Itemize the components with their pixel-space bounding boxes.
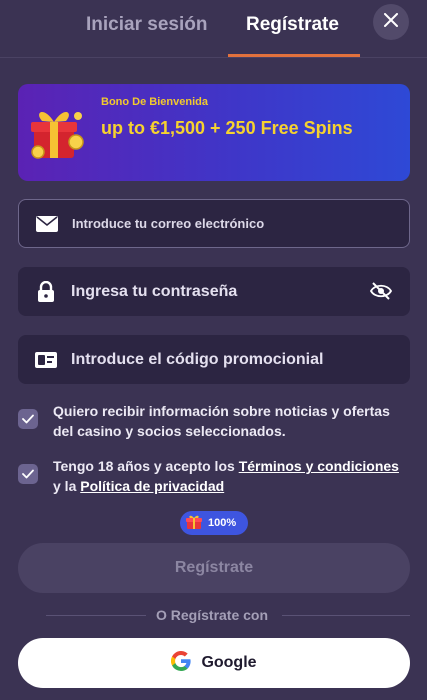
email-placeholder: Introduce tu correo electrónico <box>72 216 265 231</box>
divider-line-right <box>282 615 410 616</box>
newsletter-consent: Quiero recibir información sobre noticia… <box>18 401 410 441</box>
gift-box-icon <box>28 102 90 169</box>
google-signin-button[interactable]: Google <box>18 638 410 688</box>
close-icon <box>384 12 398 32</box>
progress-badge: 100% <box>180 511 248 535</box>
email-field[interactable]: Introduce tu correo electrónico <box>18 199 410 248</box>
password-field[interactable]: Ingresa tu contraseña <box>18 267 410 316</box>
newsletter-checkbox[interactable] <box>18 409 38 429</box>
tab-register[interactable]: Regístrate <box>246 14 339 36</box>
terms-checkbox[interactable] <box>18 464 38 484</box>
checkmark-icon <box>22 469 34 479</box>
welcome-bonus-banner: Bono De Bienvenida up to €1,500 + 250 Fr… <box>18 84 410 181</box>
terms-consent: Tengo 18 años y acepto los Términos y co… <box>18 456 410 496</box>
tab-login[interactable]: Iniciar sesión <box>86 14 207 36</box>
lock-icon <box>33 279 59 305</box>
terms-link[interactable]: Términos y condiciones <box>239 458 399 474</box>
promo-code-placeholder: Introduce el código promocionial <box>71 350 324 368</box>
promo-code-field[interactable]: Introduce el código promocionial <box>18 335 410 384</box>
google-label: Google <box>201 654 257 671</box>
password-placeholder: Ingresa tu contraseña <box>71 282 238 300</box>
newsletter-label: Quiero recibir información sobre noticia… <box>53 403 390 439</box>
auth-tabs: Iniciar sesión Regístrate <box>0 0 427 58</box>
eye-off-icon[interactable] <box>367 277 395 305</box>
envelope-icon <box>34 211 60 237</box>
banner-subtitle: Bono De Bienvenida <box>101 96 208 108</box>
divider-line-left <box>46 615 146 616</box>
close-button[interactable] <box>373 4 409 40</box>
terms-middle: y la <box>53 478 81 494</box>
active-tab-indicator <box>228 54 360 57</box>
gift-icon <box>186 514 202 533</box>
terms-prefix: Tengo 18 años y acepto los <box>53 458 239 474</box>
ticket-icon <box>33 347 59 373</box>
google-icon <box>171 650 192 676</box>
privacy-link[interactable]: Política de privacidad <box>80 478 224 494</box>
banner-title: up to €1,500 + 250 Free Spins <box>101 118 353 138</box>
divider-text: O Regístrate con <box>156 607 269 623</box>
checkmark-icon <box>22 414 34 424</box>
progress-label: 100% <box>208 517 237 529</box>
register-submit-button[interactable]: Regístrate <box>18 543 410 593</box>
terms-label: Tengo 18 años y acepto los Términos y co… <box>53 456 410 496</box>
